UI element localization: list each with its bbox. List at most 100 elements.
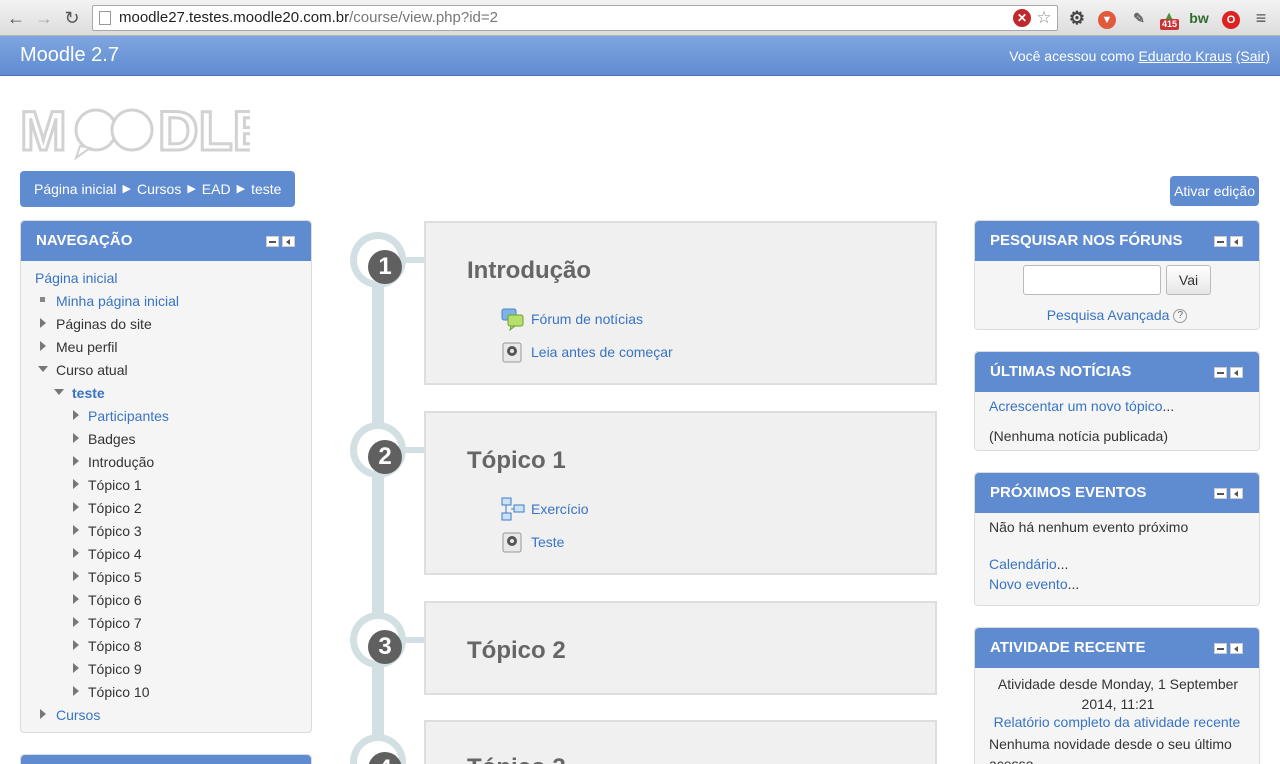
full-report-link[interactable]: Relatório completo da atividade recente <box>994 714 1241 730</box>
expand-icon[interactable] <box>73 663 79 673</box>
minimize-icon[interactable] <box>1214 367 1227 378</box>
advanced-search-link[interactable]: Pesquisa Avançada <box>1047 307 1170 323</box>
search-go-button[interactable]: Vai <box>1166 265 1211 295</box>
nav-course-item[interactable]: Tópico 10 <box>88 684 149 700</box>
toggle-editing-button[interactable]: Ativar edição <box>1170 176 1259 206</box>
logout-link[interactable]: (Sair) <box>1236 48 1270 64</box>
expand-icon[interactable] <box>73 525 79 535</box>
section-title[interactable]: Tópico 3 <box>467 754 566 764</box>
minimize-icon[interactable] <box>266 236 279 247</box>
expand-icon[interactable] <box>40 341 46 351</box>
section-title[interactable]: Introdução <box>467 257 591 285</box>
url-path: /course/view.php?id=2 <box>349 9 498 26</box>
activity-link[interactable]: Exercício <box>531 501 589 517</box>
nav-course-item[interactable]: Tópico 6 <box>88 592 142 608</box>
sections-timeline <box>372 262 384 764</box>
dock-icon[interactable] <box>1230 367 1243 378</box>
nav-profile[interactable]: Meu perfil <box>56 339 117 355</box>
navigation-block: NAVEGAÇÃO Página inicial Minha página in… <box>20 220 312 733</box>
expand-icon[interactable] <box>73 410 79 420</box>
breadcrumb-course[interactable]: teste <box>251 171 281 207</box>
minimize-icon[interactable] <box>1214 643 1227 654</box>
forward-icon[interactable]: → <box>34 7 54 29</box>
nav-my-home[interactable]: Minha página inicial <box>56 293 179 309</box>
new-event-link[interactable]: Novo evento <box>989 576 1068 592</box>
nav-course-item[interactable]: Tópico 8 <box>88 638 142 654</box>
login-info: Você acessou como Eduardo Kraus (Sair) <box>1009 48 1270 64</box>
moodle-logo[interactable]: M DLE <box>20 98 250 162</box>
collapse-icon[interactable] <box>54 389 64 395</box>
back-icon[interactable]: ← <box>6 7 26 29</box>
section-title[interactable]: Tópico 2 <box>467 637 566 665</box>
nav-course-item[interactable]: Introdução <box>88 454 154 470</box>
nav-site-pages[interactable]: Páginas do site <box>56 316 152 332</box>
expand-icon[interactable] <box>40 709 46 719</box>
breadcrumb-category[interactable]: EAD <box>202 171 231 207</box>
activity-link[interactable]: Fórum de notícias <box>531 311 643 327</box>
extension-badge-icon[interactable]: ▲ 415 <box>1158 7 1180 30</box>
nav-course-item[interactable]: Participantes <box>88 408 169 424</box>
reload-icon[interactable]: ↻ <box>62 7 82 29</box>
settings-gear-icon[interactable]: ⚙ <box>1066 7 1088 29</box>
breadcrumb-home[interactable]: Página inicial <box>34 171 117 207</box>
nav-course-item[interactable]: Tópico 1 <box>88 477 142 493</box>
dock-icon[interactable] <box>1230 488 1243 499</box>
activity-item[interactable]: Fórum de notícias <box>501 307 643 332</box>
expand-icon[interactable] <box>73 594 79 604</box>
expand-icon[interactable] <box>73 502 79 512</box>
ellipsis: ... <box>1162 398 1175 414</box>
expand-icon[interactable] <box>40 318 46 328</box>
blocked-icon[interactable]: ✕ <box>1013 9 1031 27</box>
breadcrumb-courses[interactable]: Cursos <box>137 171 181 207</box>
nav-course-item[interactable]: Tópico 3 <box>88 523 142 539</box>
activity-item[interactable]: Exercício <box>501 497 589 521</box>
bullet-icon <box>40 297 45 302</box>
nav-course-item[interactable]: Tópico 9 <box>88 661 142 677</box>
activity-link[interactable]: Leia antes de começar <box>531 344 673 360</box>
minimize-icon[interactable] <box>1214 236 1227 247</box>
expand-icon[interactable] <box>73 433 79 443</box>
address-bar[interactable]: moodle27.testes.moodle20.com.br/course/v… <box>92 5 1058 31</box>
user-name-link[interactable]: Eduardo Kraus <box>1138 48 1231 64</box>
latest-news-header: ÚLTIMAS NOTÍCIAS <box>975 352 1259 392</box>
expand-icon[interactable] <box>73 617 79 627</box>
bookmark-star-icon[interactable]: ☆ <box>1035 9 1053 27</box>
nav-current-course[interactable]: Curso atual <box>56 362 128 378</box>
expand-icon[interactable] <box>73 640 79 650</box>
calendar-link[interactable]: Calendário <box>989 556 1057 572</box>
nav-home[interactable]: Página inicial <box>35 270 118 286</box>
site-name[interactable]: Moodle 2.7 <box>20 44 119 67</box>
expand-icon[interactable] <box>73 456 79 466</box>
expand-icon[interactable] <box>73 479 79 489</box>
extension-shield-icon[interactable]: ▼ <box>1096 7 1118 29</box>
nav-course-item[interactable]: Tópico 5 <box>88 569 142 585</box>
expand-icon[interactable] <box>73 571 79 581</box>
activity-link[interactable]: Teste <box>531 534 564 550</box>
nav-course[interactable]: teste <box>72 385 105 401</box>
dock-icon[interactable] <box>1230 236 1243 247</box>
search-forums-input[interactable] <box>1023 265 1161 295</box>
dock-icon[interactable] <box>282 236 295 247</box>
section-number-badge: 2 <box>350 422 406 478</box>
menu-icon[interactable]: ≡ <box>1250 7 1272 29</box>
dock-icon[interactable] <box>1230 643 1243 654</box>
add-topic-link[interactable]: Acrescentar um novo tópico <box>989 398 1163 414</box>
activity-item[interactable]: Teste <box>501 530 564 554</box>
latest-news-block: ÚLTIMAS NOTÍCIAS Acrescentar um novo tóp… <box>974 351 1260 451</box>
expand-icon[interactable] <box>73 548 79 558</box>
extension-bw-icon[interactable]: bw <box>1188 7 1210 29</box>
extension-opera-icon[interactable]: O <box>1220 7 1242 29</box>
minimize-icon[interactable] <box>1214 488 1227 499</box>
expand-icon[interactable] <box>73 686 79 696</box>
nav-course-item[interactable]: Tópico 2 <box>88 500 142 516</box>
section-title[interactable]: Tópico 1 <box>467 447 566 475</box>
collapse-icon[interactable] <box>38 366 48 372</box>
nav-courses[interactable]: Cursos <box>56 707 100 723</box>
help-icon[interactable]: ? <box>1173 309 1188 324</box>
resource-icon <box>501 530 525 554</box>
activity-item[interactable]: Leia antes de começar <box>501 340 673 364</box>
nav-course-item[interactable]: Badges <box>88 431 135 447</box>
nav-course-item[interactable]: Tópico 7 <box>88 615 142 631</box>
nav-course-item[interactable]: Tópico 4 <box>88 546 142 562</box>
extension-dropper-icon[interactable]: ✎ <box>1128 7 1150 29</box>
